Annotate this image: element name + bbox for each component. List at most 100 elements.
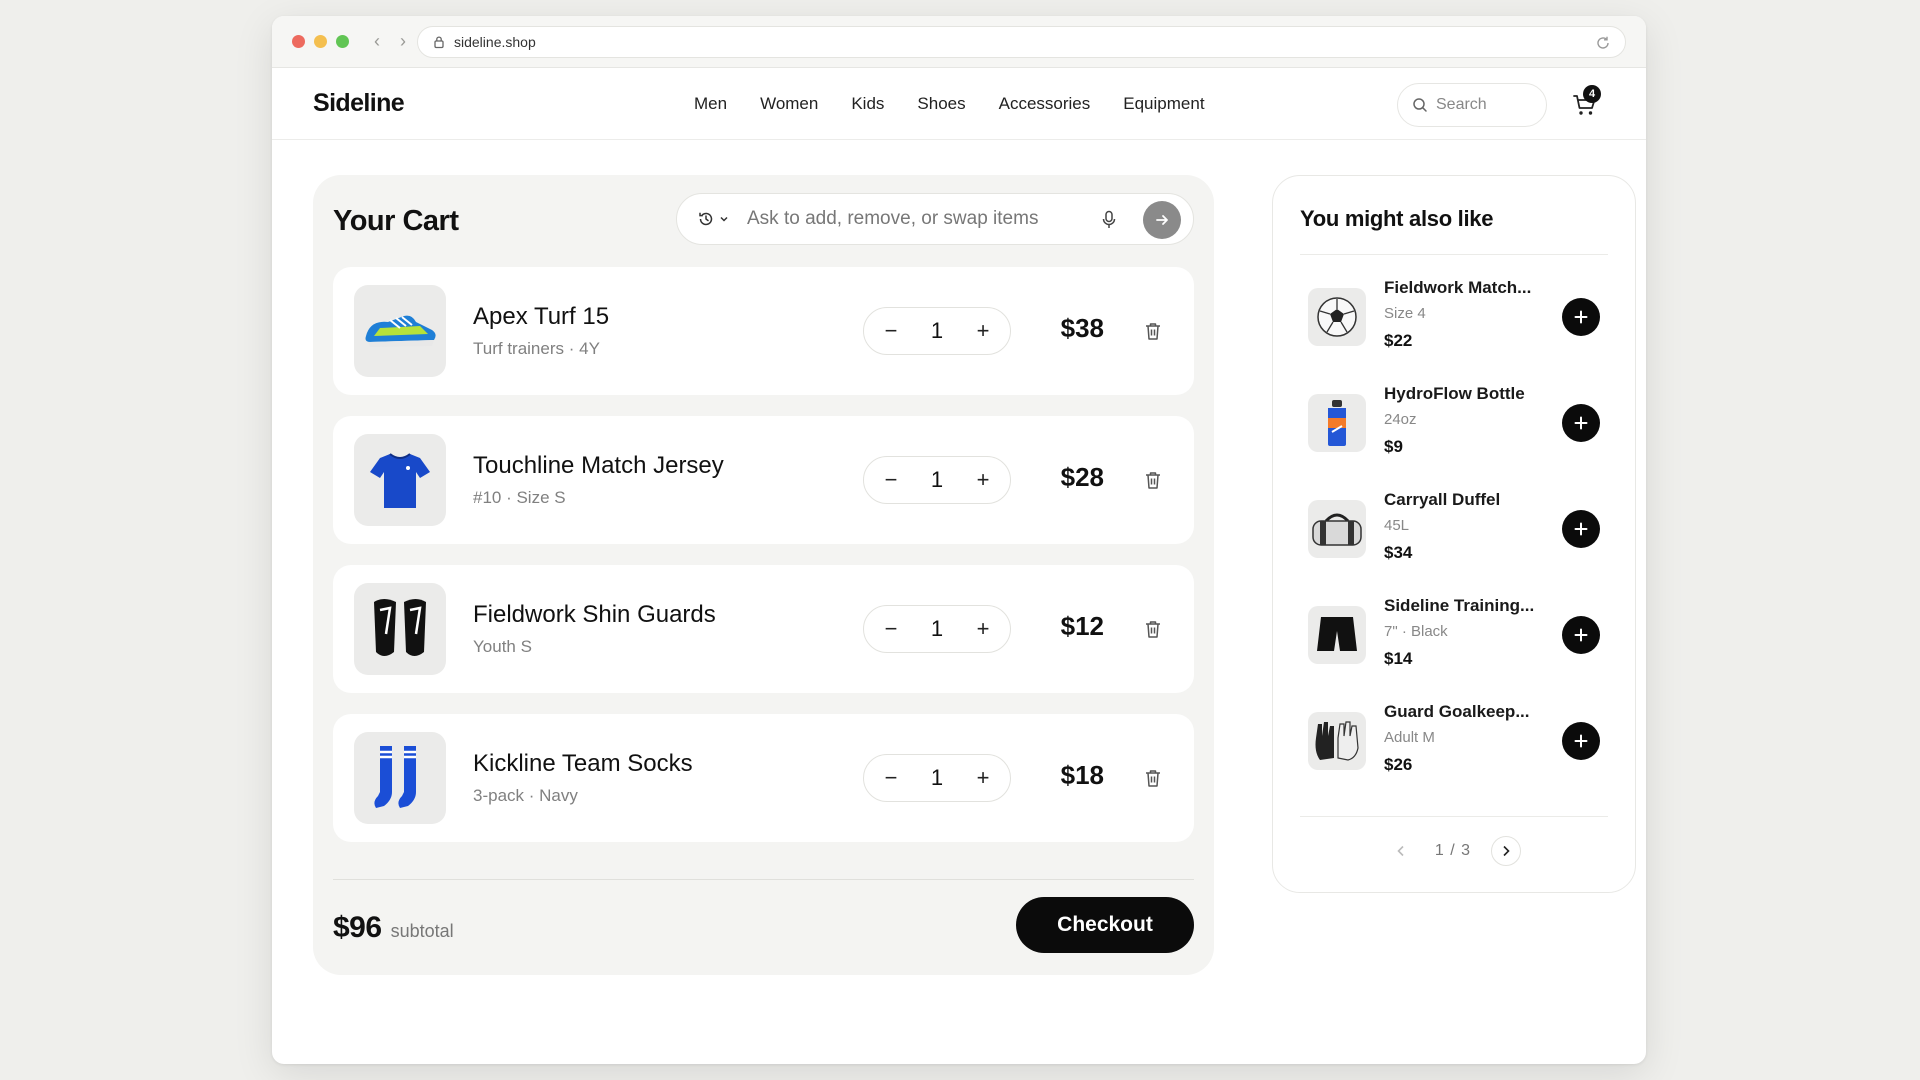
product-thumbnail[interactable] [354,732,446,824]
decrease-quantity-button[interactable]: − [882,765,900,791]
product-thumbnail [1308,712,1366,770]
page-title: Your Cart [333,205,459,237]
item-details: Youth S [473,637,532,656]
microphone-icon[interactable] [1101,210,1117,230]
increase-quantity-button[interactable]: + [974,467,992,493]
plus-icon [1574,734,1588,748]
shin-guards-icon [374,599,426,656]
item-name[interactable]: Fieldwork Shin Guards [473,601,716,629]
nav-link-men[interactable]: Men [694,94,727,114]
recommendation-item[interactable]: Fieldwork Match... Size 4 $22 [1300,270,1610,366]
item-name[interactable]: Apex Turf 15 [473,303,609,331]
recommendation-item[interactable]: HydroFlow Bottle 24oz $9 [1300,376,1610,472]
subtotal-amount: $96 [333,911,382,944]
trash-icon[interactable] [1144,321,1162,341]
quantity-value: 1 [930,318,944,343]
nav-link-shoes[interactable]: Shoes [917,94,965,114]
reload-icon[interactable] [1595,35,1611,51]
trash-icon[interactable] [1144,619,1162,639]
search-icon [1413,98,1427,112]
history-dropdown[interactable] [697,210,729,228]
trash-icon[interactable] [1144,470,1162,490]
cart-item: Apex Turf 15 Turf trainers · 4Y − 1 + $3… [333,267,1194,395]
cart-assistant-input[interactable]: Ask to add, remove, or swap items [676,193,1194,245]
assistant-placeholder: Ask to add, remove, or swap items [747,208,1039,229]
site-header: Sideline Men Women Kids Shoes Accessorie… [272,68,1646,140]
shorts-icon [1317,617,1357,651]
recommendation-item[interactable]: Carryall Duffel 45L $34 [1300,482,1610,578]
subtotal: $96 subtotal [333,911,454,945]
quantity-stepper: − 1 + [863,456,1011,504]
cart-item: Fieldwork Shin Guards Youth S − 1 + $12 [333,565,1194,693]
product-thumbnail [1308,288,1366,346]
recommendation-price: $14 [1384,649,1413,668]
nav-link-equipment[interactable]: Equipment [1123,94,1204,114]
item-price: $18 [1060,760,1104,790]
chevron-left-icon [1397,845,1404,857]
product-thumbnail[interactable] [354,583,446,675]
goalkeeper-gloves-icon [1315,721,1359,761]
product-thumbnail[interactable] [354,434,446,526]
add-to-cart-button[interactable] [1562,404,1600,442]
lock-icon [434,36,444,49]
page-indicator: 1 / 3 [1434,842,1472,859]
add-to-cart-button[interactable] [1562,616,1600,654]
chevron-right-icon [1503,845,1510,857]
cart-item: Touchline Match Jersey #10 · Size S − 1 … [333,416,1194,544]
minimize-window-button[interactable] [314,35,327,48]
pagination: 1 / 3 [1273,836,1635,866]
decrease-quantity-button[interactable]: − [882,318,900,344]
site-logo[interactable]: Sideline [313,89,405,118]
nav-link-accessories[interactable]: Accessories [999,94,1091,114]
nav-link-kids[interactable]: Kids [851,94,884,114]
decrease-quantity-button[interactable]: − [882,616,900,642]
recommendation-details: 7" · Black [1384,623,1448,640]
item-price: $28 [1060,462,1104,492]
decrease-quantity-button[interactable]: − [882,467,900,493]
water-bottle-icon [1328,400,1346,446]
arrow-right-icon [1156,215,1168,225]
previous-page-button[interactable] [1387,837,1415,865]
increase-quantity-button[interactable]: + [974,318,992,344]
recommendation-details: Size 4 [1384,305,1426,322]
increase-quantity-button[interactable]: + [974,616,992,642]
item-price: $12 [1060,611,1104,641]
forward-arrow-icon[interactable]: › [397,31,409,52]
checkout-button[interactable]: Checkout [1016,897,1194,953]
trash-icon[interactable] [1144,768,1162,788]
add-to-cart-button[interactable] [1562,298,1600,336]
window-controls [292,35,349,48]
recommendations-title: You might also like [1300,206,1494,231]
jersey-icon [370,453,430,508]
recommendation-item[interactable]: Sideline Training... 7" · Black $14 [1300,588,1610,684]
recommendation-name: Guard Goalkeep... [1384,702,1530,721]
close-window-button[interactable] [292,35,305,48]
next-page-button[interactable] [1491,836,1522,866]
item-name[interactable]: Touchline Match Jersey [473,452,724,480]
submit-button[interactable] [1143,201,1181,239]
product-thumbnail [1308,394,1366,452]
turf-shoe-icon [365,315,436,347]
product-thumbnail [1308,500,1366,558]
product-thumbnail[interactable] [354,285,446,377]
quantity-stepper: − 1 + [863,605,1011,653]
recommendation-item[interactable]: Guard Goalkeep... Adult M $26 [1300,694,1610,790]
back-arrow-icon[interactable]: ‹ [371,31,383,52]
address-bar[interactable]: sideline.shop [417,26,1626,58]
item-name[interactable]: Kickline Team Socks [473,750,693,778]
recommendation-name: Carryall Duffel [1384,490,1501,509]
nav-link-women[interactable]: Women [760,94,818,114]
increase-quantity-button[interactable]: + [974,765,992,791]
plus-icon [1574,416,1588,430]
recommendation-name: Fieldwork Match... [1384,278,1532,297]
chevron-down-icon [720,216,728,222]
add-to-cart-button[interactable] [1562,510,1600,548]
recommendation-details: Adult M [1384,729,1435,746]
search-input[interactable]: Search [1397,83,1547,127]
maximize-window-button[interactable] [336,35,349,48]
divider [333,879,1194,880]
recommendation-price: $9 [1384,437,1403,456]
socks-icon [374,746,416,808]
url-text: sideline.shop [454,34,536,50]
add-to-cart-button[interactable] [1562,722,1600,760]
